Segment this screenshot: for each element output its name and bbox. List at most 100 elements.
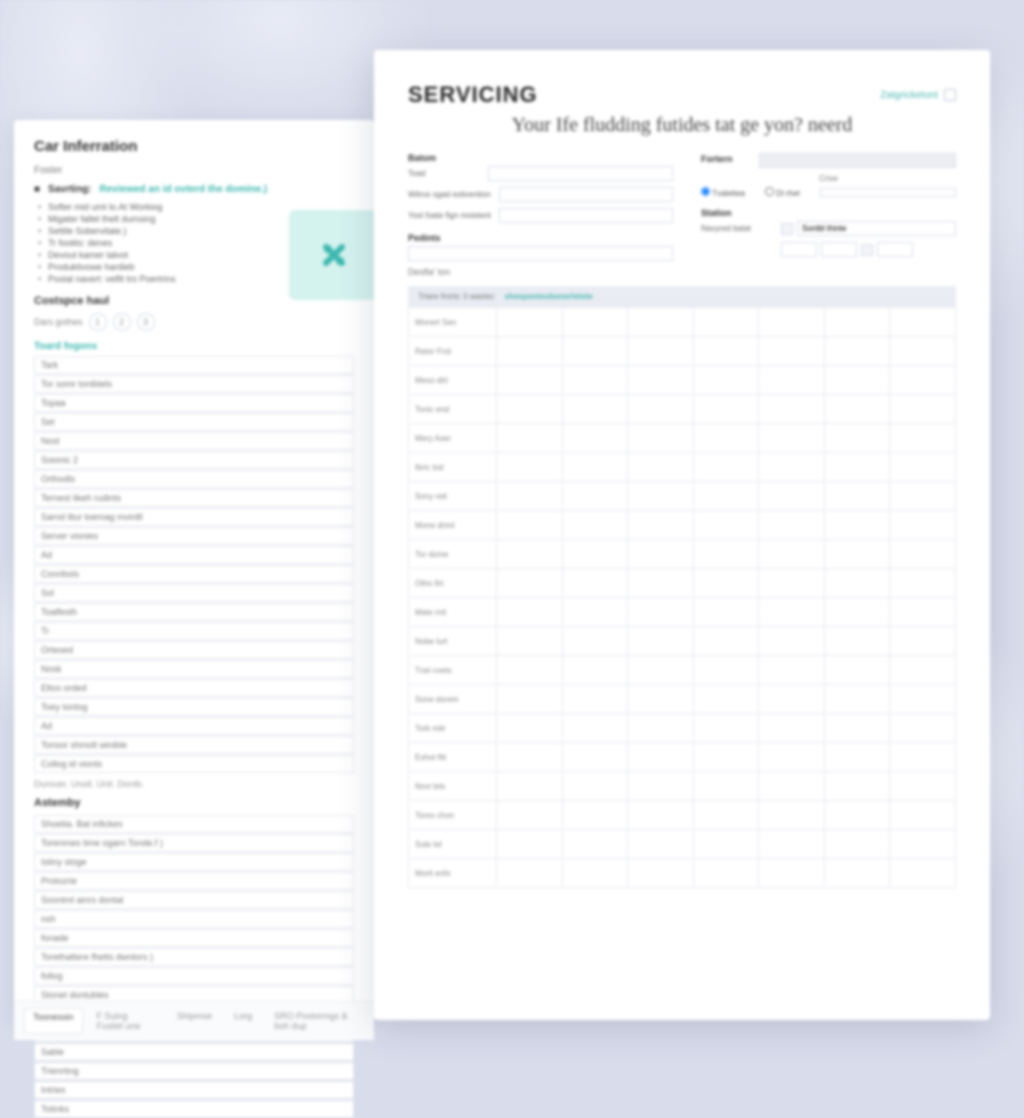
cell[interactable]	[824, 337, 890, 366]
cell[interactable]	[693, 540, 759, 569]
radio-option[interactable]: Di rhet	[765, 187, 800, 198]
cell[interactable]	[628, 830, 694, 859]
cell[interactable]	[628, 337, 694, 366]
list-item[interactable]: Collog id vionts	[34, 755, 354, 773]
cell[interactable]	[890, 801, 956, 830]
cell[interactable]	[562, 395, 628, 424]
cell[interactable]	[628, 308, 694, 337]
aux-input-2[interactable]	[821, 242, 857, 257]
list-item[interactable]: Tonsor shmolt winible	[34, 736, 354, 754]
cell[interactable]	[824, 569, 890, 598]
list-item[interactable]: nsh	[34, 910, 354, 928]
list-item[interactable]: Conribols	[34, 565, 354, 583]
cell[interactable]	[562, 424, 628, 453]
cell[interactable]	[890, 569, 956, 598]
list-item[interactable]: Nosk	[34, 660, 354, 678]
cell[interactable]	[628, 685, 694, 714]
cell[interactable]	[759, 337, 825, 366]
cell[interactable]	[890, 511, 956, 540]
cell[interactable]	[628, 714, 694, 743]
cell[interactable]	[693, 482, 759, 511]
list-item[interactable]: Trienrting	[34, 1062, 354, 1080]
list-item[interactable]: Protozrie	[34, 872, 354, 890]
cell[interactable]	[890, 308, 956, 337]
list-item[interactable]: Ad	[34, 717, 354, 735]
list-item[interactable]: Ortesed	[34, 641, 354, 659]
cell[interactable]	[497, 453, 563, 482]
cell[interactable]	[497, 627, 563, 656]
cell[interactable]	[759, 656, 825, 685]
cell[interactable]	[824, 743, 890, 772]
cell[interactable]	[890, 830, 956, 859]
cell[interactable]	[890, 656, 956, 685]
cell[interactable]	[497, 511, 563, 540]
list-item[interactable]: Sarnd litur toemag mvintll	[34, 508, 354, 526]
signature-input[interactable]	[797, 221, 956, 236]
cell[interactable]	[562, 743, 628, 772]
list-item[interactable]: Sable	[34, 1043, 354, 1061]
cell[interactable]	[628, 366, 694, 395]
cell[interactable]	[562, 308, 628, 337]
fortern-input[interactable]	[759, 153, 956, 168]
cell[interactable]	[693, 859, 759, 888]
cell[interactable]	[693, 424, 759, 453]
cell[interactable]	[759, 511, 825, 540]
cell[interactable]	[890, 395, 956, 424]
cell[interactable]	[628, 511, 694, 540]
list-item[interactable]: Ternest likeh rudints	[34, 489, 354, 507]
cell[interactable]	[693, 598, 759, 627]
cell[interactable]	[824, 772, 890, 801]
cell[interactable]	[693, 714, 759, 743]
cell[interactable]	[824, 656, 890, 685]
cell[interactable]	[562, 656, 628, 685]
cell[interactable]	[628, 801, 694, 830]
cell[interactable]	[759, 743, 825, 772]
cell[interactable]	[562, 772, 628, 801]
cell[interactable]	[824, 627, 890, 656]
cell[interactable]	[562, 801, 628, 830]
cell[interactable]	[562, 830, 628, 859]
tab[interactable]: F Suing Fusliet une	[89, 1008, 164, 1034]
cell[interactable]	[693, 743, 759, 772]
aux-input-3[interactable]	[877, 242, 913, 257]
cell[interactable]	[693, 308, 759, 337]
stepper-icon[interactable]	[861, 244, 873, 256]
cell[interactable]	[497, 685, 563, 714]
pager-page[interactable]: 1	[89, 313, 107, 331]
cell[interactable]	[890, 424, 956, 453]
cell[interactable]	[693, 685, 759, 714]
cell[interactable]	[759, 395, 825, 424]
cell[interactable]	[562, 482, 628, 511]
list-item[interactable]: Shoetia. Bat infickes	[34, 815, 354, 833]
cell[interactable]	[759, 627, 825, 656]
cell[interactable]	[562, 859, 628, 888]
cell[interactable]	[562, 569, 628, 598]
list-item[interactable]: Nost	[34, 432, 354, 450]
list-item[interactable]: Tor somr tonibtels	[34, 375, 354, 393]
cell[interactable]	[628, 540, 694, 569]
cell[interactable]	[693, 656, 759, 685]
cell[interactable]	[497, 482, 563, 511]
tab[interactable]: Lorg	[226, 1008, 260, 1034]
cell[interactable]	[628, 627, 694, 656]
cell[interactable]	[497, 598, 563, 627]
list-item[interactable]: Totinks	[34, 1100, 354, 1118]
cell[interactable]	[497, 569, 563, 598]
list-item[interactable]: Sol	[34, 584, 354, 602]
cell[interactable]	[628, 598, 694, 627]
cell[interactable]	[562, 366, 628, 395]
cell[interactable]	[759, 308, 825, 337]
cell[interactable]	[824, 366, 890, 395]
cell[interactable]	[824, 424, 890, 453]
cell[interactable]	[759, 569, 825, 598]
cell[interactable]	[759, 859, 825, 888]
cell[interactable]	[693, 366, 759, 395]
cell[interactable]	[628, 453, 694, 482]
tab[interactable]: SRO Postormgs & boh dup	[266, 1008, 364, 1034]
aux-input-1[interactable]	[781, 242, 817, 257]
pager-page[interactable]: 2	[113, 313, 131, 331]
cell[interactable]	[890, 453, 956, 482]
pedints-select[interactable]	[408, 246, 673, 261]
cell[interactable]	[497, 366, 563, 395]
cell[interactable]	[562, 685, 628, 714]
